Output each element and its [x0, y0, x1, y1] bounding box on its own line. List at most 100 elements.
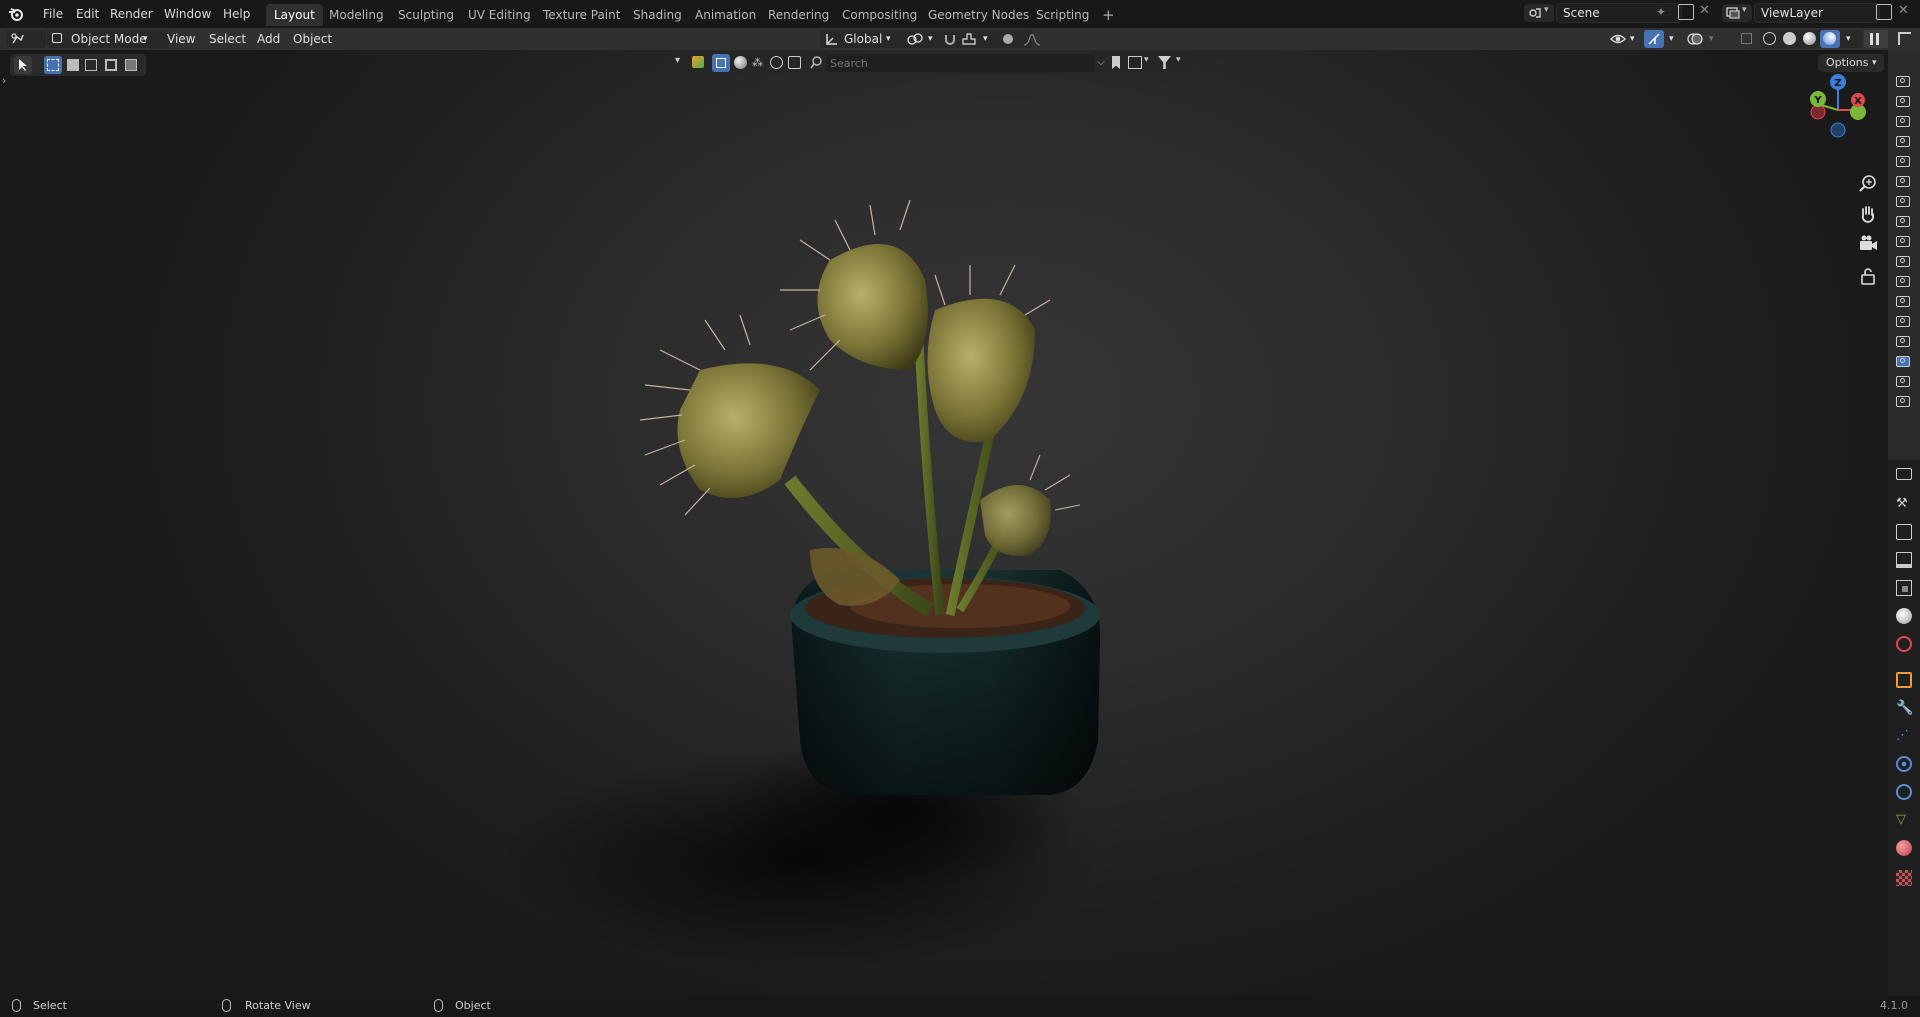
view-layer-icon[interactable]	[1896, 580, 1912, 596]
new-viewlayer-icon[interactable]	[1876, 4, 1892, 20]
outliner-editor-icon[interactable]	[1898, 32, 1911, 45]
lock-icon	[1861, 268, 1875, 285]
tab-scripting[interactable]: Scripting	[1028, 4, 1097, 26]
properties-editor-icon[interactable]	[1896, 468, 1912, 480]
menu-object[interactable]: Object	[286, 30, 339, 48]
menu-render[interactable]: Render	[104, 4, 159, 24]
texture-properties-icon[interactable]	[1896, 870, 1912, 886]
close-icon[interactable]: ✕	[1699, 3, 1710, 18]
render-visibility-camera-icon[interactable]	[1896, 116, 1910, 127]
pan-button[interactable]	[1856, 202, 1880, 226]
particles-icon[interactable]: ⋰	[1896, 728, 1912, 744]
trap-right	[927, 264, 1051, 442]
tab-uv-editing[interactable]: UV Editing	[460, 4, 539, 26]
scene-browse-button[interactable]: ▾	[1524, 4, 1554, 22]
tab-sculpting[interactable]: Sculpting	[390, 4, 462, 26]
tab-animation[interactable]: Animation	[687, 4, 764, 26]
object-mode-icon	[52, 33, 62, 43]
render-visibility-camera-icon[interactable]	[1896, 136, 1910, 147]
version-label: 4.1.0	[1880, 999, 1908, 1012]
render-visibility-camera-icon[interactable]	[1896, 196, 1910, 207]
render-visibility-camera-icon[interactable]	[1896, 396, 1910, 407]
tab-modeling[interactable]: Modeling	[321, 4, 392, 26]
menu-select[interactable]: Select	[202, 30, 253, 48]
menu-view[interactable]: View	[160, 30, 202, 48]
viewlayer-browse-button[interactable]: ▾	[1722, 4, 1752, 22]
menu-edit[interactable]: Edit	[70, 4, 105, 24]
material-shading-icon[interactable]	[1803, 32, 1816, 45]
tab-layout[interactable]: Layout	[266, 4, 323, 26]
render-visibility-camera-icon[interactable]	[1896, 336, 1910, 347]
zoom-icon	[1859, 175, 1876, 192]
viewlayer-name-field[interactable]: ViewLayer	[1754, 3, 1880, 23]
constraints-icon[interactable]	[1896, 784, 1912, 800]
material-properties-icon[interactable]	[1896, 840, 1912, 856]
3d-viewport[interactable]: › ▾ ⁂ ⌵ ▾ ▾ Options ▾	[0, 50, 1888, 996]
gizmo-x-label: X	[1854, 96, 1862, 107]
render-visibility-camera-icon[interactable]	[1896, 236, 1910, 247]
modifier-wrench-icon[interactable]: 🔧	[1896, 700, 1913, 716]
tool-icon[interactable]: ⚒	[1896, 496, 1912, 512]
tab-geometry-nodes[interactable]: Geometry Nodes	[920, 4, 1037, 26]
chevron-down-icon: ▾	[1544, 5, 1549, 15]
tab-shading[interactable]: Shading	[625, 4, 690, 26]
render-visibility-camera-icon[interactable]	[1896, 156, 1910, 167]
viewport-header: Object Mode ▾ View Select Add Object Glo…	[0, 28, 1900, 50]
solid-shading-icon[interactable]	[1783, 32, 1796, 45]
world-properties-icon[interactable]	[1896, 636, 1912, 652]
zoom-button[interactable]	[1856, 172, 1880, 196]
menu-window[interactable]: Window	[158, 4, 217, 24]
camera-icon	[1860, 235, 1877, 250]
tab-compositing[interactable]: Compositing	[834, 4, 925, 26]
wireframe-shading-icon[interactable]	[1763, 32, 1776, 45]
menu-file[interactable]: File	[37, 4, 69, 24]
chevron-down-icon: ▾	[928, 34, 933, 44]
tab-rendering[interactable]: Rendering	[760, 4, 837, 26]
render-visibility-camera-icon[interactable]	[1896, 356, 1910, 367]
pause-icon	[1870, 33, 1873, 45]
render-visibility-camera-icon[interactable]	[1896, 176, 1910, 187]
render-visibility-camera-icon[interactable]	[1896, 316, 1910, 327]
new-scene-icon[interactable]	[1678, 4, 1694, 20]
lock-view-button[interactable]	[1856, 264, 1880, 288]
chevron-down-icon: ▾	[983, 34, 988, 44]
menu-add[interactable]: Add	[250, 30, 287, 48]
render-visibility-camera-icon[interactable]	[1896, 296, 1910, 307]
output-icon[interactable]	[1896, 552, 1912, 568]
add-workspace-button[interactable]: +	[1094, 4, 1123, 26]
pin-icon[interactable]: ✦	[1656, 5, 1666, 19]
render-visibility-camera-icon[interactable]	[1896, 76, 1910, 87]
physics-icon[interactable]	[1896, 756, 1912, 772]
xray-icon	[1741, 33, 1752, 44]
close-icon[interactable]: ✕	[1898, 3, 1909, 18]
chevron-down-icon: ▾	[886, 34, 891, 44]
render-visibility-camera-icon[interactable]	[1896, 276, 1910, 287]
status-object-label: Object	[455, 999, 491, 1012]
mode-dropdown[interactable]: Object Mode ▾	[47, 30, 169, 48]
render-visibility-camera-icon[interactable]	[1896, 96, 1910, 107]
editor-type-button[interactable]	[6, 30, 46, 48]
mouse-left-icon	[12, 999, 21, 1012]
tab-texture-paint[interactable]: Texture Paint	[535, 4, 628, 26]
mouse-middle-icon	[222, 999, 231, 1012]
viewlayer-icon	[1726, 7, 1740, 19]
transform-orientation-dropdown[interactable]: Global ▾	[820, 30, 910, 48]
overlays-dropdown[interactable]: ▾	[1684, 30, 1734, 48]
render-visibility-camera-icon[interactable]	[1896, 376, 1910, 387]
scene-properties-icon[interactable]	[1896, 608, 1912, 624]
menu-help[interactable]: Help	[217, 4, 256, 24]
chevron-down-icon[interactable]: ▾	[1846, 30, 1851, 48]
data-mesh-icon[interactable]: ▽	[1896, 812, 1912, 828]
camera-view-button[interactable]	[1856, 232, 1880, 256]
eye-icon	[1610, 34, 1626, 44]
rendered-shading-icon[interactable]	[1823, 32, 1836, 45]
blender-logo-icon[interactable]	[8, 6, 24, 22]
object-properties-icon[interactable]	[1896, 672, 1912, 688]
render-visibility-camera-icon[interactable]	[1896, 256, 1910, 267]
render-icon[interactable]	[1896, 524, 1912, 540]
falloff-curve-icon[interactable]	[1022, 31, 1046, 47]
navigation-gizmo[interactable]: Z Y X	[1800, 72, 1880, 162]
render-visibility-camera-icon[interactable]	[1896, 216, 1910, 227]
mode-label: Object Mode	[71, 32, 147, 46]
properties-tabs: ⚒ 🔧 ⋰ ▽	[1888, 460, 1920, 996]
